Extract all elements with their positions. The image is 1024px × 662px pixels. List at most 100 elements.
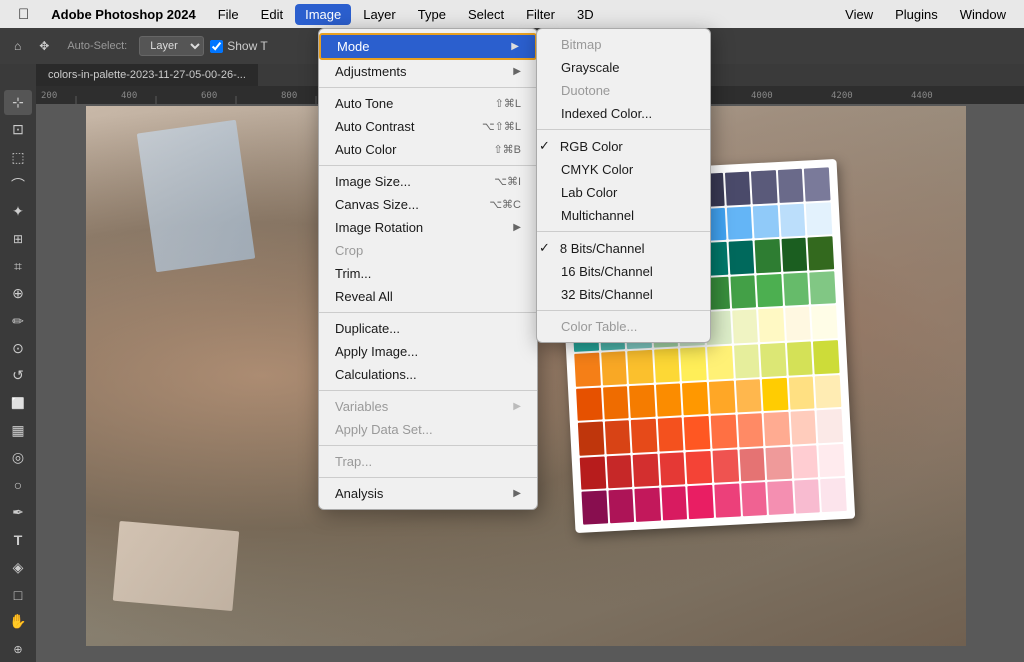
shape-tool[interactable]: □ [4,582,32,607]
auto-select-dropdown[interactable]: Layer Group [139,36,204,56]
heal-tool[interactable]: ⊕ [4,281,32,306]
edit-menu[interactable]: Edit [251,4,293,25]
swatch-cell [810,271,836,305]
trim-item[interactable]: Trim... [319,262,537,285]
swatch-cell [576,387,602,421]
brush-tool[interactable]: ✏ [4,309,32,334]
eyedropper-tool[interactable]: ⌗ [4,254,32,279]
swatch-cell [656,383,682,417]
quick-select-tool[interactable]: ✦ [4,199,32,224]
crop-item: Crop [319,239,537,262]
show-transform-label[interactable]: Show T [210,39,267,53]
layer-menu[interactable]: Layer [353,4,406,25]
swatch-cell [730,275,756,309]
auto-contrast-shortcut: ⌥⇧⌘L [482,120,521,133]
adjustments-menu-item[interactable]: Adjustments ▶ [319,60,537,83]
multichannel-label: Multichannel [561,208,634,223]
color-table-item: Color Table... [537,315,710,338]
8bit-item[interactable]: 8 Bits/Channel [537,236,710,260]
swatch-cell [712,449,738,483]
clone-tool[interactable]: ⊙ [4,336,32,361]
image-rotation-item[interactable]: Image Rotation ▶ [319,216,537,239]
menu-divider-1 [319,87,537,88]
move-tool[interactable]: ⊹ [4,90,32,115]
image-rotation-arrow: ▶ [513,222,521,233]
app-name-menu[interactable]: Adobe Photoshop 2024 [41,4,205,25]
zoom-tool[interactable]: ⊕ [4,637,32,662]
grayscale-label: Grayscale [561,60,620,75]
indexed-color-item[interactable]: Indexed Color... [537,102,710,125]
swatch-cell [680,347,706,381]
rgb-color-item[interactable]: RGB Color [537,134,710,158]
32bit-label: 32 Bits/Channel [561,287,653,302]
duplicate-item[interactable]: Duplicate... [319,317,537,340]
canvas-size-item[interactable]: Canvas Size... ⌥⌘C [319,193,537,216]
indexed-color-label: Indexed Color... [561,106,652,121]
image-menu-trigger[interactable]: Image [295,4,351,25]
multichannel-item[interactable]: Multichannel [537,204,710,227]
mode-arrow: ▶ [511,41,519,52]
swatch-cell [766,447,792,481]
marquee-tool[interactable]: ⬚ [4,145,32,170]
3d-menu[interactable]: 3D [567,4,604,25]
grayscale-item[interactable]: Grayscale [537,56,710,79]
32bit-item[interactable]: 32 Bits/Channel [537,283,710,306]
apply-image-item[interactable]: Apply Image... [319,340,537,363]
plugins-menu[interactable]: Plugins [885,4,948,25]
auto-color-item[interactable]: Auto Color ⇧⌘B [319,138,537,161]
auto-tone-item[interactable]: Auto Tone ⇧⌘L [319,92,537,115]
lasso-tool[interactable]: ⌒ [4,172,32,197]
hand-tool[interactable]: ✋ [4,609,32,634]
16bit-label: 16 Bits/Channel [561,264,653,279]
gradient-tool[interactable]: ▦ [4,418,32,443]
swatch-cell [581,491,607,525]
swatch-cell [574,353,600,387]
type-menu[interactable]: Type [408,4,456,25]
swatch-cell [635,488,661,522]
auto-select-label: Auto-Select: [61,38,133,54]
blur-tool[interactable]: ◎ [4,445,32,470]
swatch-cell [787,341,813,375]
window-menu[interactable]: Window [950,4,1016,25]
cmyk-color-item[interactable]: CMYK Color [537,158,710,181]
16bit-item[interactable]: 16 Bits/Channel [537,260,710,283]
select-menu[interactable]: Select [458,4,514,25]
mode-menu-item[interactable]: Mode ▶ [319,33,537,60]
history-brush-tool[interactable]: ↺ [4,363,32,388]
image-size-item[interactable]: Image Size... ⌥⌘I [319,170,537,193]
artboard-tool[interactable]: ⊡ [4,117,32,142]
adjustments-label: Adjustments [335,64,407,79]
calculations-label: Calculations... [335,367,417,382]
apple-menu[interactable]:  [8,6,39,23]
view-menu[interactable]: View [835,4,883,25]
home-icon[interactable]: ⌂ [8,37,27,55]
analysis-item[interactable]: Analysis ▶ [319,482,537,505]
file-menu[interactable]: File [208,4,249,25]
svg-text:4000: 4000 [751,91,773,101]
swatch-cell [578,422,604,456]
swatch-cell [778,169,804,203]
variables-arrow: ▶ [513,401,521,412]
dodge-tool[interactable]: ○ [4,473,32,498]
color-table-label: Color Table... [561,319,637,334]
crop-tool[interactable]: ⊞ [4,227,32,252]
pen-tool[interactable]: ✒ [4,500,32,525]
document-tab[interactable]: colors-in-palette-2023-11-27-05-00-26-..… [36,64,258,86]
analysis-label: Analysis [335,486,383,501]
swatch-cell [688,485,714,519]
swatch-cell [707,346,733,380]
swatch-cell [792,445,818,479]
show-transform-checkbox[interactable] [210,40,223,53]
type-tool[interactable]: T [4,527,32,552]
path-select-tool[interactable]: ◈ [4,555,32,580]
reveal-all-item[interactable]: Reveal All [319,285,537,308]
calculations-item[interactable]: Calculations... [319,363,537,386]
swatch-cell [806,202,832,236]
swatch-cell [725,172,751,206]
auto-contrast-item[interactable]: Auto Contrast ⌥⇧⌘L [319,115,537,138]
lab-color-item[interactable]: Lab Color [537,181,710,204]
move-tool-icon[interactable]: ✥ [33,37,55,55]
trap-item: Trap... [319,450,537,473]
eraser-tool[interactable]: ⬜ [4,391,32,416]
filter-menu[interactable]: Filter [516,4,565,25]
